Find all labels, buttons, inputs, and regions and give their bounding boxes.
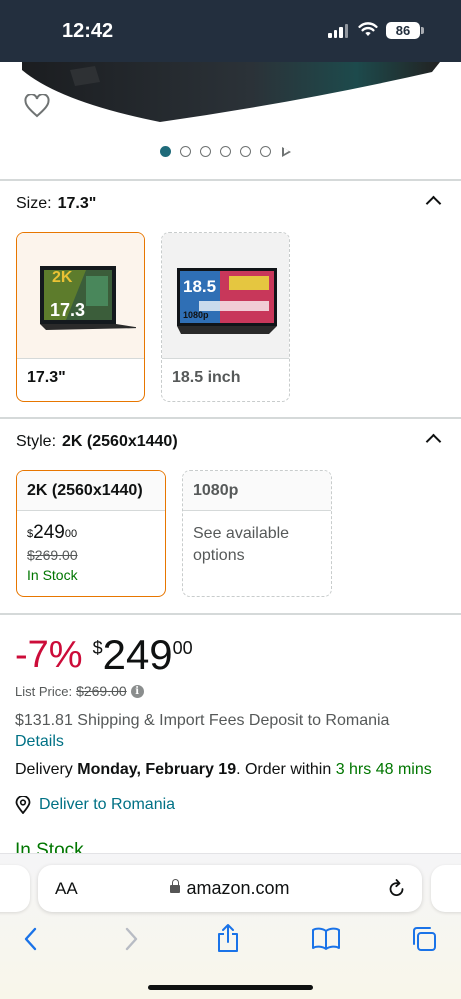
size-option-18-5[interactable]: 18.5 1080p 18.5 inch	[161, 232, 290, 402]
style-option-label: 1080p	[183, 471, 331, 511]
details-link[interactable]: Details	[15, 733, 64, 750]
style-option-list-price: $269.00	[27, 547, 78, 563]
monitor-thumbnail: 18.5 1080p	[162, 233, 289, 358]
style-option-label: 2K (2560x1440)	[17, 471, 165, 511]
delivery-countdown: 3 hrs 48 mins	[335, 761, 432, 778]
home-indicator[interactable]	[148, 985, 313, 990]
section-divider	[0, 179, 461, 181]
shipping-text: $131.81 Shipping & Import Fees Deposit t…	[15, 712, 390, 729]
monitor-thumbnail: 17.3 2K	[17, 233, 144, 358]
see-available-options: See available options	[193, 525, 290, 564]
cellular-signal-icon	[328, 24, 348, 38]
style-option-price: $24900	[27, 522, 78, 543]
product-image	[22, 62, 440, 122]
carousel-dot[interactable]	[260, 146, 271, 157]
url-display[interactable]: amazon.com	[38, 878, 422, 899]
thumb-badge-text: 1080p	[183, 310, 209, 320]
browser-bottom-bar: AA amazon.com	[0, 853, 461, 999]
list-price-row: List Price: $269.00 i	[15, 683, 144, 699]
tabs-icon[interactable]	[410, 926, 438, 952]
location-pin-icon	[15, 796, 31, 814]
size-option-17-3[interactable]: 17.3 2K 17.3"	[16, 232, 145, 402]
style-selected-value: 2K (2560x1440)	[62, 433, 178, 450]
info-icon[interactable]: i	[130, 684, 144, 698]
battery-icon: 86	[386, 22, 424, 39]
status-bar: 12:42 86	[0, 0, 461, 62]
list-price-label: List Price:	[15, 683, 73, 699]
style-header[interactable]: Style: 2K (2560x1440)	[16, 433, 178, 451]
delivery-date: Monday, February 19	[77, 761, 237, 778]
chevron-up-icon[interactable]	[425, 195, 442, 212]
wifi-icon	[358, 22, 378, 36]
shipping-fees: $131.81 Shipping & Import Fees Deposit t…	[15, 710, 389, 752]
status-time: 12:42	[62, 20, 114, 42]
size-header[interactable]: Size: 17.3"	[16, 195, 96, 213]
price-fraction: 00	[172, 638, 193, 658]
reload-icon[interactable]	[388, 879, 406, 898]
video-play-icon[interactable]	[282, 146, 291, 157]
address-bar[interactable]: AA amazon.com	[38, 865, 422, 912]
style-option-availability: In Stock	[27, 567, 78, 583]
url-text: amazon.com	[186, 878, 290, 898]
delivery-info: Delivery Monday, February 19. Order with…	[15, 761, 432, 779]
size-selected-value: 17.3"	[57, 195, 97, 212]
thumb-size-text: 17.3	[50, 300, 85, 320]
lock-icon	[170, 879, 181, 893]
wishlist-heart-icon[interactable]	[24, 94, 50, 118]
size-option-label: 17.3"	[17, 358, 144, 399]
product-image-gallery[interactable]	[0, 62, 461, 180]
thumb-badge-text: 2K	[52, 269, 73, 286]
next-tab-preview[interactable]	[431, 865, 461, 912]
discount-percent: -7%	[15, 634, 83, 676]
delivery-mid: . Order within	[236, 761, 336, 778]
price-currency: $	[92, 638, 103, 658]
size-option-label: 18.5 inch	[162, 358, 289, 399]
style-label: Style:	[16, 433, 57, 450]
style-option-2k[interactable]: 2K (2560x1440) $24900 $269.00 In Stock	[16, 470, 166, 597]
carousel-dot[interactable]	[160, 146, 171, 157]
price-block: -7% $ 249 00	[15, 632, 193, 678]
share-icon[interactable]	[216, 923, 240, 953]
forward-arrow-icon[interactable]	[122, 926, 140, 952]
carousel-dot[interactable]	[180, 146, 191, 157]
carousel-dot[interactable]	[240, 146, 251, 157]
carousel-dot[interactable]	[200, 146, 211, 157]
size-label: Size:	[16, 195, 52, 212]
section-divider	[0, 417, 461, 419]
carousel-dot[interactable]	[220, 146, 231, 157]
deliver-to-location[interactable]: Deliver to Romania	[15, 796, 175, 814]
bookmarks-icon[interactable]	[311, 926, 341, 952]
list-price-value: $269.00	[76, 683, 127, 699]
delivery-prefix: Delivery	[15, 761, 78, 778]
style-option-1080p[interactable]: 1080p See available options	[182, 470, 332, 597]
thumb-size-text: 18.5	[183, 277, 216, 296]
image-carousel-dots[interactable]	[160, 146, 291, 157]
back-arrow-icon[interactable]	[22, 926, 40, 952]
previous-tab-preview[interactable]	[0, 865, 30, 912]
deliver-to-link[interactable]: Deliver to Romania	[39, 796, 175, 814]
price-whole: 249	[102, 631, 173, 678]
section-divider	[0, 613, 461, 615]
chevron-up-icon[interactable]	[425, 433, 442, 450]
browser-toolbar	[0, 923, 461, 956]
